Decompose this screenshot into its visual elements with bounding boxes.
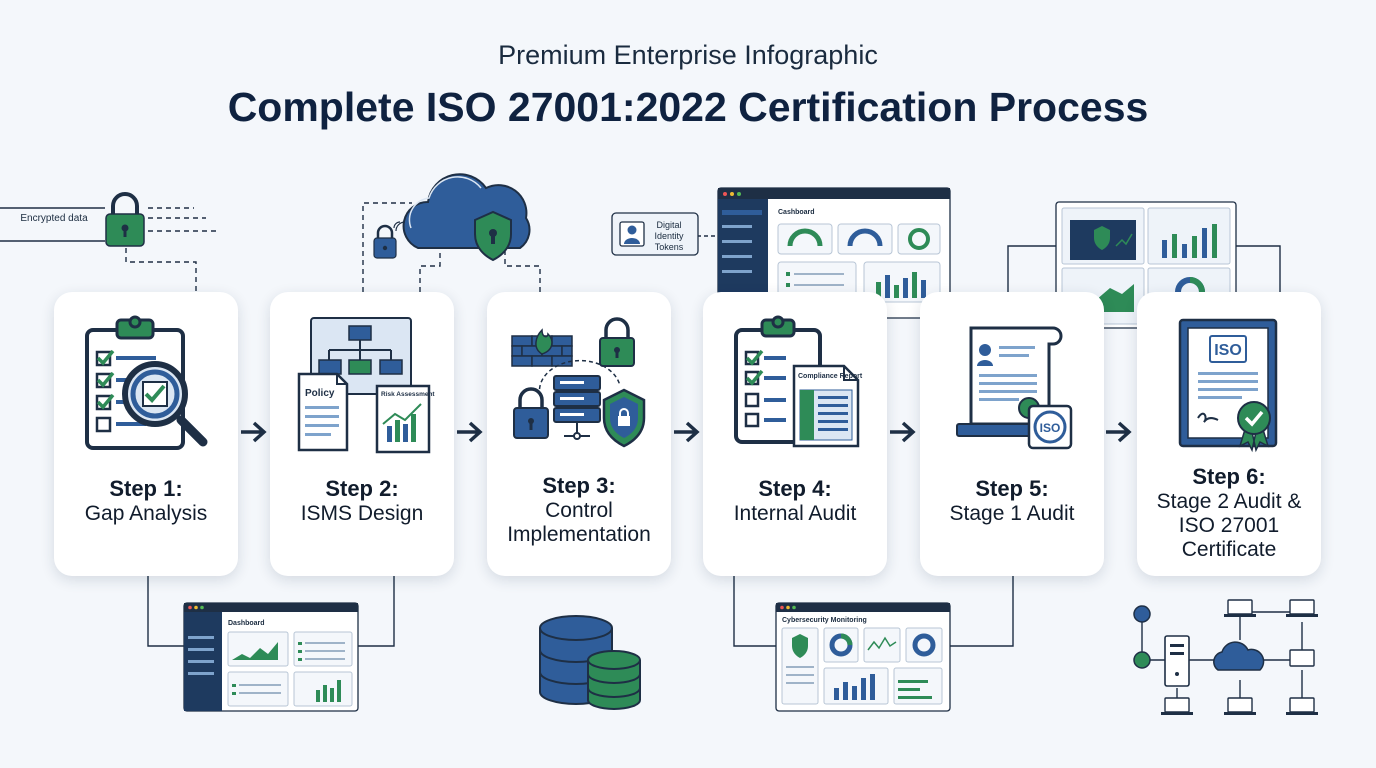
encrypted-data-label: Encrypted data	[20, 213, 88, 224]
step-3-name: Control Implementation	[507, 499, 651, 546]
compliance-doc-label: Compliance Report	[798, 373, 863, 380]
arrow-right-icon	[457, 421, 483, 443]
risk-doc-label: Risk Assessment	[381, 391, 435, 398]
step-1-name: Gap Analysis	[84, 502, 208, 525]
step-2-label: Step 2:	[325, 476, 399, 501]
step-5-label: Step 5:	[975, 476, 1049, 501]
identity-tokens-label: Digital Identity Tokens	[654, 220, 684, 252]
page-title: Complete ISO 27001:2022 Certification Pr…	[227, 84, 1149, 130]
step-1-label: Step 1:	[109, 476, 183, 501]
step-4-label: Step 4:	[758, 476, 832, 501]
iso-seal-label: ISO	[1040, 421, 1061, 435]
step-card-5: ISO Step 5: Stage 1 Audit	[920, 292, 1104, 576]
step-card-3: Step 3: Control Implementation	[487, 292, 671, 576]
page-subtitle: Premium Enterprise Infographic	[498, 40, 878, 70]
padlock-icon	[105, 192, 145, 247]
step-5-name: Stage 1 Audit	[949, 502, 1075, 525]
arrow-right-icon	[890, 421, 916, 443]
iso-certificate-icon: ISO	[1178, 318, 1278, 453]
step-card-2: Policy Risk Assessment Step 2: ISMS Desi…	[270, 292, 454, 576]
arrow-right-icon	[1106, 421, 1132, 443]
bottom-dashboard	[183, 602, 359, 712]
step-3-label: Step 3:	[542, 473, 616, 498]
network-diagram	[1133, 599, 1318, 715]
arrow-right-icon	[674, 421, 700, 443]
clipboard-magnifier-icon	[85, 315, 208, 450]
policy-doc-label: Policy	[305, 388, 335, 399]
security-controls-icon	[511, 317, 646, 448]
arrow-right-icon	[241, 421, 267, 443]
isms-design-icon: Policy Risk Assessment	[297, 317, 435, 454]
audit-report-icon: Compliance Report	[734, 315, 863, 448]
top-dashboard-title: Cashboard	[778, 209, 815, 216]
step-6-name: Stage 2 Audit & ISO 27001 Certificate	[1156, 490, 1302, 561]
bottom-dashboard-title: Dashboard	[228, 620, 265, 627]
certificate-review-icon: ISO	[956, 326, 1073, 450]
step-card-1: Step 1: Gap Analysis	[54, 292, 238, 576]
step-card-4: Compliance Report Step 4: Internal Audit	[703, 292, 887, 576]
step-2-name: ISMS Design	[300, 502, 424, 525]
small-padlock-icon	[373, 221, 406, 259]
database-icon	[539, 615, 641, 710]
monitoring-dashboard-title: Cybersecurity Monitoring	[782, 617, 867, 624]
step-6-label: Step 6:	[1192, 464, 1266, 489]
step-card-6: ISO Step 6: Stage 2 Audit & ISO 27001 Ce…	[1137, 292, 1321, 576]
step-4-name: Internal Audit	[733, 502, 857, 525]
cloud-shield-icon	[402, 173, 531, 262]
iso-certificate-label: ISO	[1214, 342, 1242, 359]
